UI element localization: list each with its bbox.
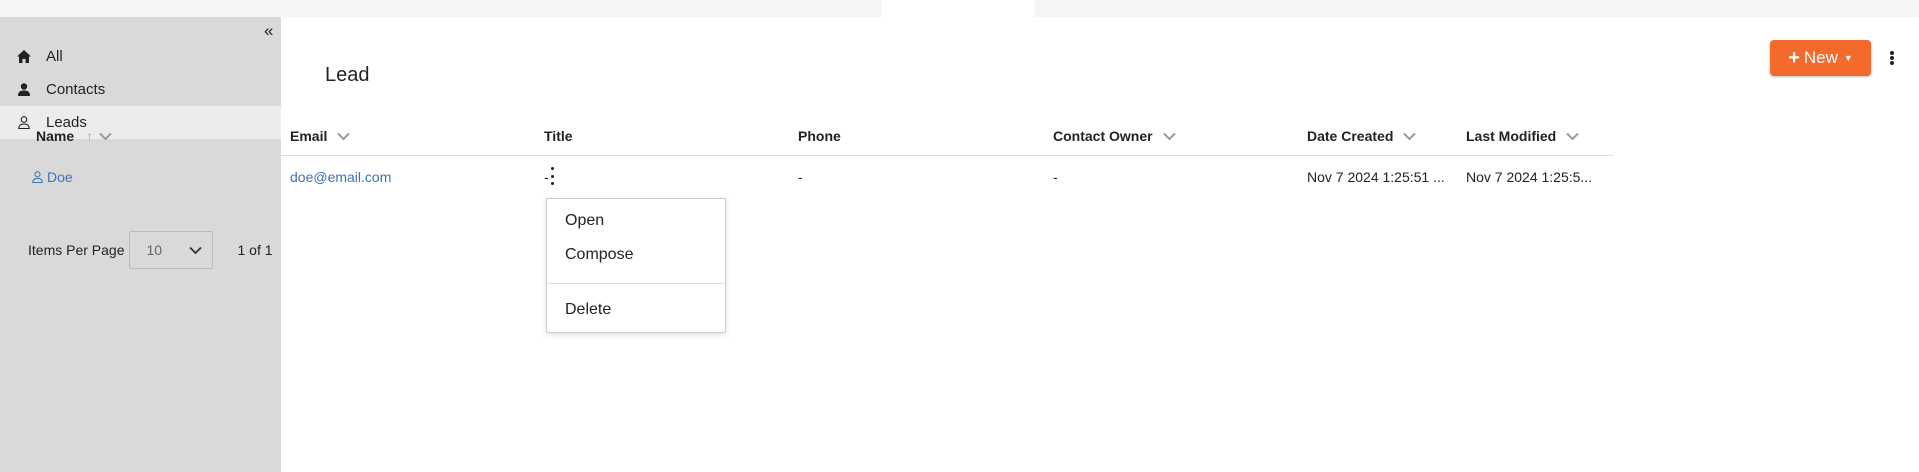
menu-item-delete[interactable]: Delete [565, 301, 611, 319]
person-filled-icon [17, 83, 31, 97]
page-title: Lead [325, 64, 370, 86]
cell-last-modified: Nov 7 2024 1:25:5... [1466, 169, 1593, 185]
main-panel: Lead + New ▼ [281, 17, 1919, 472]
sidebar-item-contacts[interactable]: Contacts [0, 73, 281, 106]
top-strip-gap [882, 0, 1035, 17]
cell-contact-owner: - [1053, 169, 1058, 185]
column-header-name[interactable]: Name ↑ [36, 117, 112, 155]
chevron-down-icon[interactable] [1162, 128, 1176, 144]
column-label: Email [290, 128, 328, 144]
sidebar-item-label: Contacts [46, 81, 106, 98]
chevron-down-icon[interactable] [99, 128, 112, 144]
new-button-label: New [1803, 48, 1838, 67]
cell-title: - [544, 169, 549, 185]
plus-icon: + [1788, 47, 1800, 69]
menu-divider [547, 283, 725, 284]
items-per-page-label: Items Per Page [28, 242, 125, 258]
column-label: Contact Owner [1053, 128, 1153, 144]
table-header: Name ↑ Email Title Phone Contact Owner D… [28, 117, 1614, 156]
lead-name-link[interactable]: Doe [32, 158, 73, 196]
table-row: Doe doe@email.com - - - Nov 7 2024 1:25:… [28, 158, 1614, 196]
top-strip [0, 0, 1919, 17]
cell-phone: - [798, 169, 803, 185]
column-label: Name [36, 128, 75, 144]
column-label: Phone [798, 128, 841, 144]
collapse-sidebar-icon[interactable]: « [264, 21, 273, 41]
chevron-down-icon[interactable] [337, 128, 351, 144]
row-context-menu: Open Compose Delete [546, 198, 726, 333]
column-label: Title [544, 128, 573, 144]
column-header-title[interactable]: Title [544, 117, 573, 155]
email-link[interactable]: doe@email.com [290, 158, 391, 196]
chevron-down-icon [188, 242, 202, 258]
column-header-date-created[interactable]: Date Created [1307, 117, 1417, 155]
column-header-contact-owner[interactable]: Contact Owner [1053, 117, 1176, 155]
sidebar-item-all[interactable]: All [0, 40, 281, 73]
page-count: 1 of 1 [237, 242, 273, 258]
menu-item-compose[interactable]: Compose [565, 246, 633, 264]
column-label: Date Created [1307, 128, 1394, 144]
sort-ascending-icon[interactable]: ↑ [86, 128, 93, 144]
row-actions-icon[interactable] [549, 167, 555, 185]
cell-text: Doe [47, 169, 73, 185]
column-header-phone[interactable]: Phone [798, 117, 841, 155]
sidebar-item-label: All [46, 48, 63, 65]
items-per-page-value: 10 [146, 242, 163, 258]
chevron-down-icon[interactable] [1566, 128, 1579, 144]
new-button[interactable]: + New ▼ [1770, 40, 1871, 76]
page-more-menu-icon[interactable] [1886, 48, 1898, 68]
items-per-page-select[interactable]: 10 [128, 231, 213, 269]
cell-date-created: Nov 7 2024 1:25:51 ... [1307, 169, 1445, 185]
home-icon [17, 50, 31, 64]
chevron-down-icon[interactable] [1403, 128, 1417, 144]
caret-down-icon: ▼ [1843, 53, 1853, 63]
column-header-last-modified[interactable]: Last Modified [1466, 117, 1579, 155]
menu-item-open[interactable]: Open [565, 212, 604, 230]
column-header-email[interactable]: Email [290, 117, 351, 155]
person-outline-icon [32, 171, 43, 183]
pagination: Items Per Page 10 1 of 1 [28, 230, 273, 270]
column-label: Last Modified [1466, 128, 1557, 144]
